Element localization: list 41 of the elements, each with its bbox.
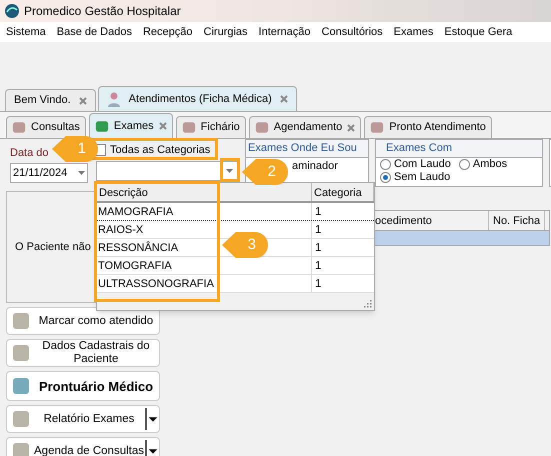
column-header: Categoria [312,183,374,201]
window-title: Promedico Gestão Hospitalar [24,3,181,20]
document-tab[interactable]: Bem Vindo. [5,89,96,111]
document-tab[interactable]: Atendimentos (Ficha Médica) [98,86,297,111]
dropdown-row[interactable]: MAMOGRAFIA 1 [97,203,374,221]
menu-item[interactable]: Sistema [6,24,46,40]
section-tab[interactable]: Agendamento [248,116,362,138]
section-tab[interactable]: Fichário [176,116,246,138]
group-header: Exames Onde Eu Sou [246,140,368,158]
table-cell-text: 1 [314,223,322,238]
table-cell-text: 1 [314,205,322,220]
section-tab[interactable]: Consultas [6,116,86,138]
action-button[interactable]: Dados Cadastrais do Paciente [6,339,160,367]
date-field[interactable]: 21/11/2024 [10,163,88,183]
radio-option[interactable]: Ambos [458,158,508,171]
table-cell-text: 1 [314,241,322,256]
action-button[interactable]: Relatório Exames [6,405,160,433]
table-cell-text: 1 [314,259,322,274]
action-button[interactable]: Agenda de Consultas [6,437,160,456]
menu-item[interactable]: Base de Dados [56,24,132,40]
section-tab[interactable]: Exames [88,113,173,138]
patient-message: O Paciente não [15,240,91,255]
column-header: No. Ficha [489,211,546,230]
section-tab[interactable]: Pronto Atendimento [364,116,492,138]
radio-option[interactable]: Com Laudo [380,158,451,171]
table-cell-text: 1 [314,277,322,292]
action-button[interactable]: Marcar como atendido [6,307,160,335]
menu-item[interactable]: Internação [258,24,311,40]
menu-item[interactable]: Cirurgias [204,24,248,40]
menu-item[interactable]: Consultórios [322,24,383,40]
table-cell: ULTRASSONOGRAFIA [97,275,312,292]
menu-item[interactable]: Estoque Gera [444,24,512,40]
action-button[interactable]: Prontuário Médico [6,371,160,401]
option-label[interactable]: aminador [292,160,338,172]
menu-item[interactable]: Recepção [142,24,193,40]
radio-option[interactable]: Sem Laudo [380,171,450,184]
table-cell: MAMOGRAFIA [97,203,312,220]
callout-tooltip: 1 [52,136,98,162]
date-label: Data do [9,147,49,159]
group-header: Exames Com [376,140,542,158]
menu-item[interactable]: Exames [394,24,434,40]
